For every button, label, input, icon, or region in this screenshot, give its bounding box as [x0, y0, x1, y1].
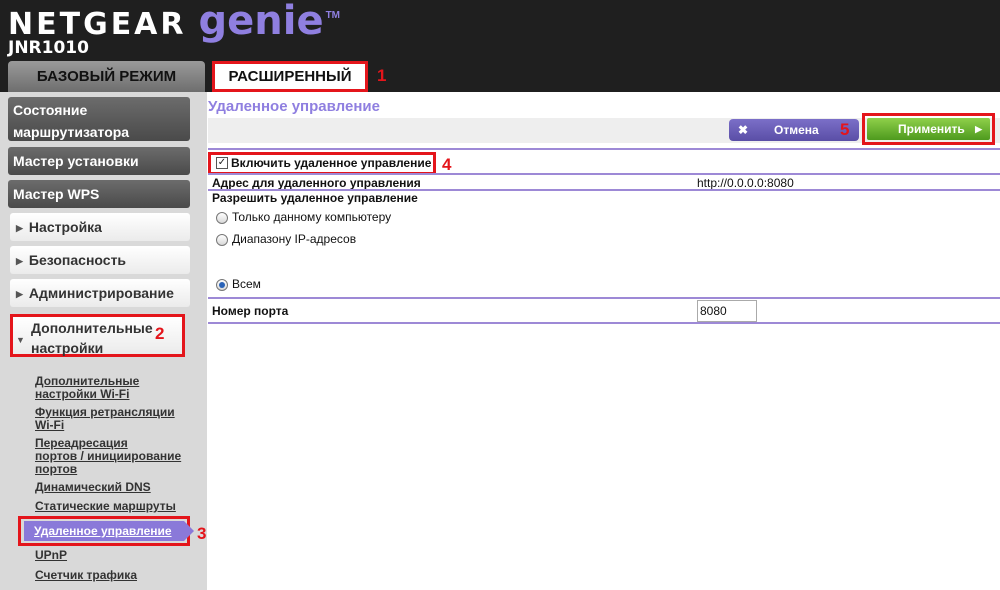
apply-button-label: Применить	[898, 122, 965, 136]
sidebar-item-setup-wizard[interactable]: Мастер установки	[8, 147, 190, 175]
sidebar-item-label: настройки	[31, 340, 104, 356]
divider	[208, 173, 1000, 175]
enable-remote-checkbox[interactable]: ✓	[216, 157, 228, 169]
brand-netgear: NETGEAR	[8, 7, 187, 42]
router-model: JNR1010	[8, 38, 89, 58]
remote-address-value: http://0.0.0.0:8080	[697, 176, 794, 190]
sidebar-item-label: Состояние	[13, 102, 88, 118]
sidebar-item-label: Мастер установки	[13, 153, 139, 169]
sub-item-label: Удаленное управление	[34, 524, 172, 538]
port-number-input[interactable]	[697, 300, 757, 322]
apply-button[interactable]: Применить ▶	[867, 118, 990, 140]
radio-everyone-label: Всем	[232, 277, 261, 291]
sub-item-port-forwarding[interactable]: Переадресация портов / инициирование пор…	[35, 437, 185, 476]
sub-item-wifi-repeater[interactable]: Функция ретрансляции Wi-Fi	[35, 406, 185, 432]
annotation-1: 1	[377, 66, 387, 85]
page-title: Удаленное управление	[208, 98, 380, 115]
sub-item-remote-management[interactable]: Удаленное управление	[24, 521, 194, 541]
enable-remote-label: Включить удаленное управление	[231, 156, 432, 170]
sidebar-item-router-status[interactable]: Состояние маршрутизатора	[8, 97, 190, 141]
radio-everyone[interactable]	[216, 279, 228, 291]
sidebar-item-administration[interactable]: ▶ Администрирование	[10, 279, 190, 307]
port-number-label: Номер порта	[212, 304, 289, 318]
sidebar-item-label: Администрирование	[28, 285, 174, 301]
triangle-down-icon: ▼	[16, 335, 25, 345]
brand-trademark: TM	[325, 10, 341, 21]
sidebar-item-label: Настройка	[28, 219, 102, 235]
play-arrow-icon: ▶	[975, 124, 982, 134]
sub-item-wireless-settings[interactable]: Дополнительные настройки Wi-Fi	[35, 375, 185, 401]
active-item-arrow-icon	[184, 521, 194, 541]
sub-item-label: настройки Wi-Fi	[35, 387, 130, 401]
brand-genie: genie	[198, 0, 324, 44]
sidebar-item-label: маршрутизатора	[13, 124, 130, 140]
annotation-3: 3	[197, 524, 207, 543]
radio-single-computer[interactable]	[216, 212, 228, 224]
triangle-right-icon: ▶	[16, 256, 23, 267]
radio-single-computer-label: Только данному компьютеру	[232, 210, 392, 224]
annotation-4: 4	[442, 155, 452, 174]
sub-item-traffic-meter[interactable]: Счетчик трафика	[35, 569, 185, 582]
remote-address-label: Адрес для удаленного управления	[212, 176, 421, 190]
sidebar-item-label: Дополнительные	[31, 320, 153, 336]
sidebar-item-label: Мастер WPS	[13, 186, 100, 202]
sub-item-label: портов	[35, 462, 78, 476]
sub-item-dynamic-dns[interactable]: Динамический DNS	[35, 481, 185, 494]
cancel-button-label: Отмена	[774, 123, 819, 137]
sidebar-item-label: Безопасность	[28, 252, 127, 268]
tab-advanced-mode[interactable]: РАСШИРЕННЫЙ	[212, 61, 368, 92]
sidebar: Состояние маршрутизатора Мастер установк…	[0, 92, 207, 590]
radio-ip-range[interactable]	[216, 234, 228, 246]
sidebar-item-security[interactable]: ▶ Безопасность	[10, 246, 190, 274]
sub-item-label: Wi-Fi	[35, 418, 65, 432]
divider	[208, 148, 1000, 150]
sidebar-item-setup[interactable]: ▶ Настройка	[10, 213, 190, 241]
allow-remote-label: Разрешить удаленное управление	[212, 191, 418, 205]
header: NETGEAR genie TM JNR1010 БАЗОВЫЙ РЕЖИМ Р…	[0, 0, 1000, 92]
radio-ip-range-label: Диапазону IP-адресов	[232, 232, 357, 246]
divider	[208, 297, 1000, 299]
tab-basic-mode[interactable]: БАЗОВЫЙ РЕЖИМ	[8, 61, 205, 92]
triangle-right-icon: ▶	[16, 223, 23, 234]
sub-item-upnp[interactable]: UPnP	[35, 549, 185, 562]
netgear-genie-logo: NETGEAR genie TM	[8, 0, 341, 44]
triangle-right-icon: ▶	[16, 289, 23, 300]
close-icon: ✖	[738, 123, 749, 137]
annotation-2: 2	[155, 324, 165, 343]
sidebar-item-wps-wizard[interactable]: Мастер WPS	[8, 180, 190, 208]
divider	[208, 322, 1000, 324]
sub-item-static-routes[interactable]: Статические маршруты	[35, 500, 185, 513]
annotation-5: 5	[840, 120, 850, 139]
